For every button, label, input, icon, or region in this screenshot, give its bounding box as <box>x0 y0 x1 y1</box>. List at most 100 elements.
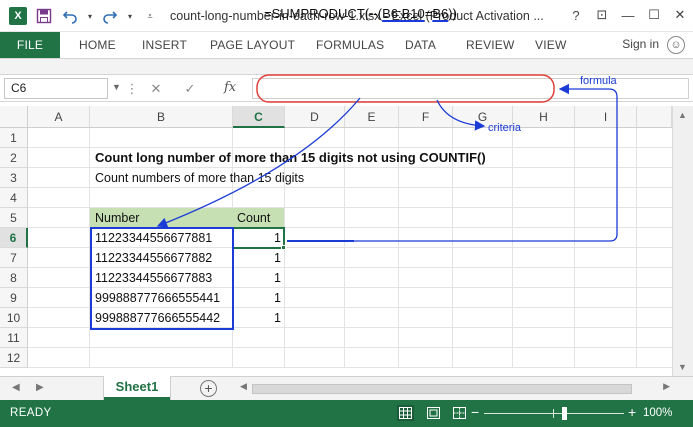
formula-prefix: =SUMPRODUCT(--( <box>264 6 383 21</box>
maximize-icon[interactable]: ☐ <box>641 5 667 25</box>
next-sheet-icon[interactable]: ▶ <box>36 382 44 393</box>
gridline <box>89 128 90 368</box>
row-header-4[interactable]: 4 <box>0 188 28 208</box>
gridline <box>28 367 672 368</box>
customize-qat-icon[interactable]: ⩡ <box>140 6 160 26</box>
row-header-10[interactable]: 10 <box>0 308 28 328</box>
cell-b10[interactable]: 999888777666555442 <box>92 308 223 328</box>
confirm-entry-icon[interactable]: ✓ <box>180 80 200 98</box>
add-sheet-icon[interactable]: + <box>200 380 217 397</box>
row-header-11[interactable]: 11 <box>0 328 28 348</box>
page-break-view-icon[interactable] <box>451 405 468 421</box>
page-layout-view-icon[interactable] <box>425 405 442 421</box>
tab-home[interactable]: HOME <box>79 32 116 58</box>
feedback-smiley-icon[interactable]: ☺ <box>667 36 685 54</box>
row-header-12[interactable]: 12 <box>0 348 28 368</box>
tab-view[interactable]: VIEW <box>535 32 566 58</box>
worksheet-grid[interactable]: A B C D E F G H I 1 2 3 4 5 6 7 8 9 10 1… <box>0 106 693 376</box>
column-header-a[interactable]: A <box>28 106 90 128</box>
select-all-corner[interactable] <box>0 106 28 128</box>
row-header-7[interactable]: 7 <box>0 248 28 268</box>
excel-app-icon[interactable]: X <box>8 6 28 26</box>
excel-logo: X <box>9 7 27 25</box>
row-header-9[interactable]: 9 <box>0 288 28 308</box>
zoom-slider-track[interactable] <box>484 413 624 414</box>
column-header-b[interactable]: B <box>90 106 233 128</box>
redo-dropdown-icon[interactable]: ▾ <box>126 6 134 26</box>
horizontal-scroll-thumb[interactable] <box>252 384 632 394</box>
column-header-f[interactable]: F <box>399 106 453 128</box>
name-box[interactable]: C6 <box>4 78 108 99</box>
scroll-down-icon[interactable]: ▼ <box>678 362 687 372</box>
zoom-level[interactable]: 100% <box>643 407 672 419</box>
cell-c10[interactable]: 1 <box>233 308 284 328</box>
row-header-8[interactable]: 8 <box>0 268 28 288</box>
tab-formulas[interactable]: FORMULAS <box>316 32 384 58</box>
sign-in-link[interactable]: Sign in <box>622 37 659 51</box>
undo-dropdown-icon[interactable]: ▾ <box>86 6 94 26</box>
cell-b5-header-number[interactable]: Number <box>92 208 142 228</box>
cell-b2-title[interactable]: Count long number of more than 15 digits… <box>92 148 489 168</box>
cell-b7[interactable]: 11223344556677882 <box>92 248 215 268</box>
row-header-1[interactable]: 1 <box>0 128 28 148</box>
cell-b3-subtitle[interactable]: Count numbers of more than 15 digits <box>92 168 307 188</box>
formula-text: =SUMPRODUCT(--(B6:B10=B6)) <box>264 6 457 21</box>
help-icon[interactable]: ? <box>563 5 589 25</box>
redo-icon[interactable] <box>100 6 120 26</box>
scroll-left-icon[interactable]: ◀ <box>240 381 247 392</box>
column-header-i[interactable]: I <box>575 106 637 128</box>
more-dots-icon: ⋮ <box>125 81 139 96</box>
formula-criteria: B6 <box>432 6 449 21</box>
tab-page-layout[interactable]: PAGE LAYOUT <box>210 32 295 58</box>
gridline <box>512 128 513 368</box>
row-header-6[interactable]: 6 <box>0 228 28 248</box>
vertical-scrollbar[interactable]: ▲ ▼ <box>672 106 693 376</box>
tab-insert[interactable]: INSERT <box>142 32 187 58</box>
cell-b6[interactable]: 11223344556677881 <box>92 228 215 248</box>
row-header-5[interactable]: 5 <box>0 208 28 228</box>
minimize-icon[interactable]: — <box>615 5 641 25</box>
criteria-annotation-label: criteria <box>488 122 522 134</box>
zoom-out-icon[interactable]: − <box>471 404 479 420</box>
column-header-e[interactable]: E <box>345 106 399 128</box>
undo-icon[interactable] <box>60 6 80 26</box>
scroll-right-icon[interactable]: ▶ <box>663 381 670 392</box>
formula-input[interactable] <box>252 78 689 99</box>
cell-c7[interactable]: 1 <box>233 248 284 268</box>
scroll-up-icon[interactable]: ▲ <box>678 110 687 120</box>
cancel-entry-icon[interactable]: ✕ <box>146 80 166 98</box>
cell-b9[interactable]: 999888777666555441 <box>92 288 223 308</box>
save-icon[interactable] <box>34 6 54 26</box>
gridline <box>574 128 575 368</box>
status-bar: READY − + 100% <box>0 400 693 427</box>
sheet-tab-sheet1[interactable]: Sheet1 <box>104 376 170 400</box>
window-controls: ? ⊡ — ☐ ✕ <box>563 5 693 25</box>
cell-c5-header-count[interactable]: Count <box>234 208 273 228</box>
horizontal-scrollbar[interactable]: ◀ ▶ <box>240 381 670 395</box>
row-header-3[interactable]: 3 <box>0 168 28 188</box>
tab-data[interactable]: DATA <box>405 32 436 58</box>
tab-file[interactable]: FILE <box>0 32 60 58</box>
active-cell-selection[interactable] <box>232 227 285 249</box>
gridline <box>28 347 672 348</box>
zoom-in-icon[interactable]: + <box>628 404 636 420</box>
cell-c8[interactable]: 1 <box>233 268 284 288</box>
name-box-dropdown-icon[interactable]: ▼ <box>112 82 121 92</box>
ribbon-collapsed-area <box>0 59 693 74</box>
column-header-h[interactable]: H <box>513 106 575 128</box>
tab-review[interactable]: REVIEW <box>466 32 515 58</box>
sheet-tab-bar: ◀ ▶ Sheet1 + ◀ ▶ <box>0 376 693 400</box>
column-header-j-partial[interactable] <box>637 106 672 128</box>
ribbon-display-icon[interactable]: ⊡ <box>589 5 615 25</box>
prev-sheet-icon[interactable]: ◀ <box>12 382 20 393</box>
row-header-2[interactable]: 2 <box>0 148 28 168</box>
zoom-slider-thumb[interactable] <box>562 407 567 420</box>
column-header-d[interactable]: D <box>285 106 345 128</box>
cell-c9[interactable]: 1 <box>233 288 284 308</box>
normal-view-icon[interactable] <box>397 405 414 421</box>
close-icon[interactable]: ✕ <box>667 5 693 25</box>
column-header-c[interactable]: C <box>233 106 285 128</box>
fill-handle[interactable] <box>281 245 286 250</box>
cell-b8[interactable]: 11223344556677883 <box>92 268 215 288</box>
insert-function-icon[interactable]: fx <box>224 80 236 95</box>
